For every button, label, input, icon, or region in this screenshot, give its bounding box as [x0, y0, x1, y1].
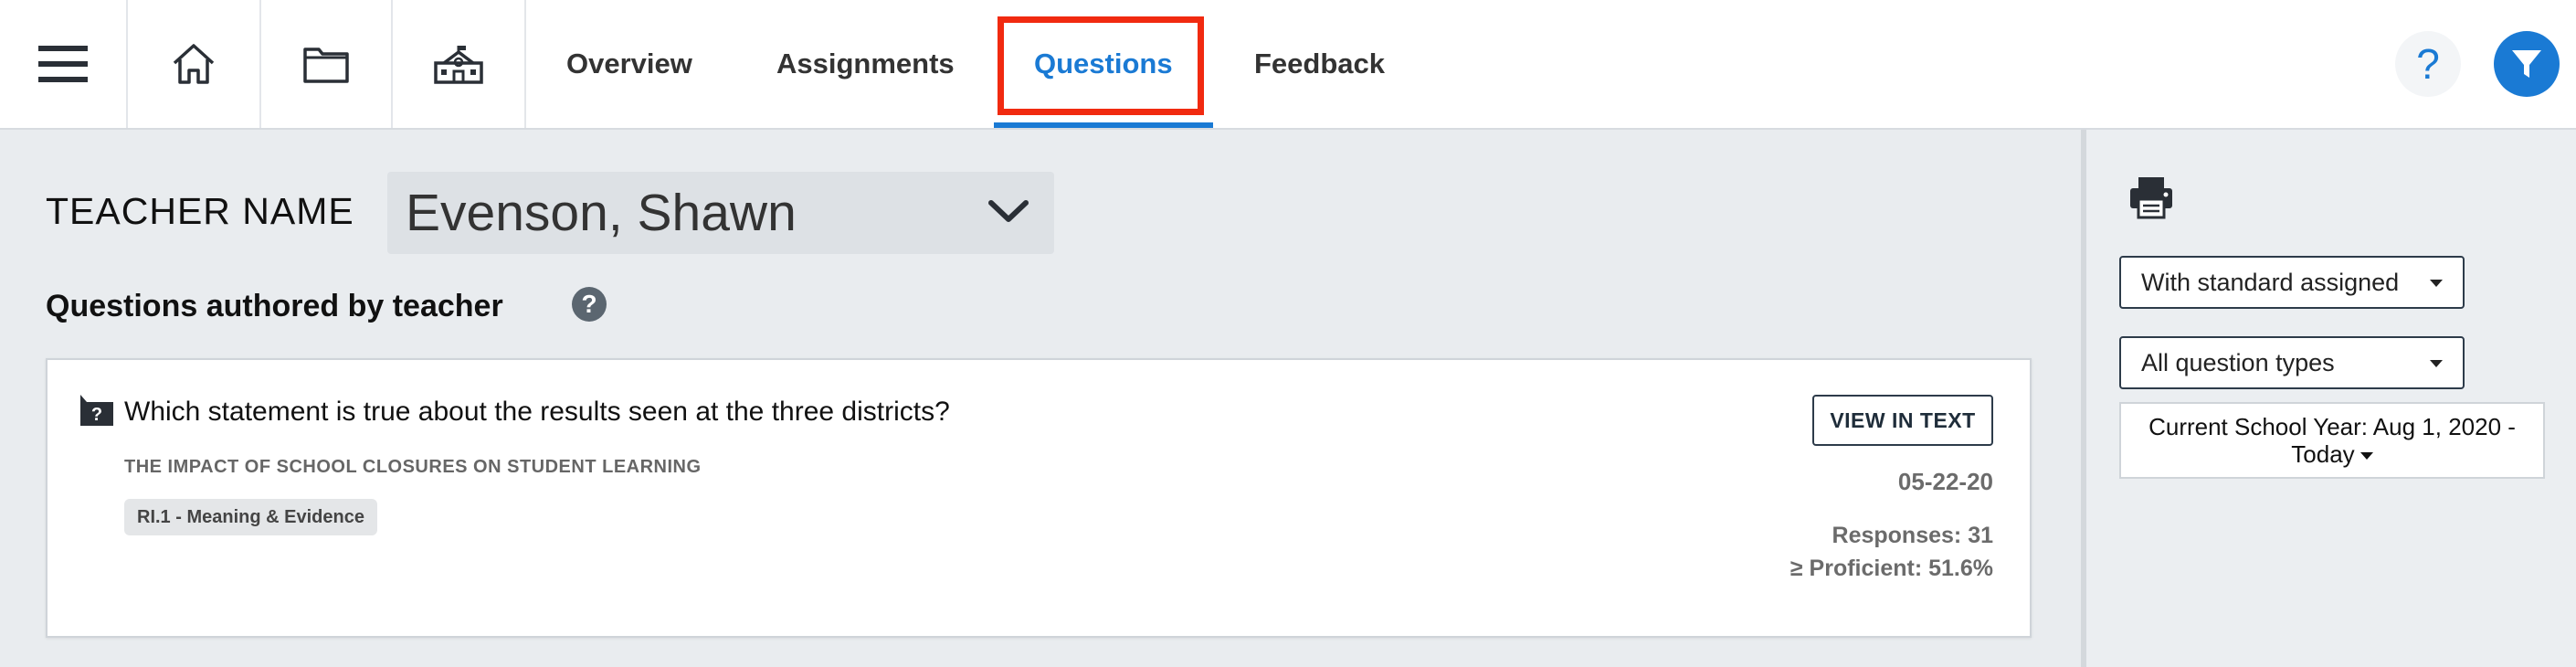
- caret-down-icon: [2360, 452, 2373, 461]
- question-card: ? Which statement is true about the resu…: [46, 358, 2032, 638]
- standard-filter-dropdown[interactable]: With standard assigned: [2119, 256, 2465, 309]
- filter-button[interactable]: [2494, 31, 2560, 97]
- question-source: THE IMPACT OF SCHOOL CLOSURES ON STUDENT…: [124, 457, 702, 477]
- tab-overview[interactable]: Overview: [566, 0, 692, 128]
- responses-count: Responses: 31: [1832, 523, 1993, 548]
- chevron-down-icon: [988, 200, 1029, 222]
- tab-assignments[interactable]: Assignments: [776, 0, 955, 128]
- tab-feedback[interactable]: Feedback: [1254, 0, 1385, 128]
- question-type-dropdown[interactable]: All question types: [2119, 336, 2465, 389]
- caret-down-icon: [2430, 360, 2443, 367]
- teacher-name-label: TEACHER NAME: [46, 190, 354, 232]
- question-date: 05-22-20: [1897, 468, 1993, 495]
- school-year-range: Current School Year: Aug 1, 2020 -: [2148, 413, 2516, 440]
- standard-badge: RI.1 - Meaning & Evidence: [124, 499, 377, 535]
- standard-filter-value: With standard assigned: [2141, 268, 2400, 296]
- svg-text:?: ?: [91, 405, 102, 425]
- section-title: Questions authored by teacher: [46, 289, 503, 323]
- school-year-end-row: Today: [2291, 440, 2373, 468]
- folder-button[interactable]: [261, 0, 393, 128]
- home-icon: [173, 44, 215, 84]
- filter-sidebar: With standard assigned All question type…: [2086, 130, 2576, 667]
- menu-button[interactable]: [0, 0, 128, 128]
- school-year-end: Today: [2291, 440, 2355, 468]
- print-icon[interactable]: [2128, 175, 2174, 219]
- teacher-select-value: Evenson, Shawn: [406, 184, 797, 242]
- question-type-value: All question types: [2141, 348, 2335, 376]
- annotation-highlight-box: [998, 16, 1204, 115]
- filter-icon: [2512, 50, 2541, 78]
- question-text: Which statement is true about the result…: [124, 397, 950, 427]
- help-icon: ?: [2416, 40, 2440, 88]
- active-tab-indicator: [994, 122, 1213, 128]
- hamburger-menu-icon: [38, 46, 88, 82]
- teacher-select[interactable]: Evenson, Shawn: [387, 172, 1054, 254]
- help-button[interactable]: ?: [2395, 31, 2461, 97]
- school-year-selector[interactable]: Current School Year: Aug 1, 2020 - Today: [2119, 402, 2545, 479]
- proficient-rate: ≥ Proficient: 51.6%: [1789, 556, 1993, 581]
- main-content: TEACHER NAME Evenson, Shawn Questions au…: [0, 130, 2081, 667]
- view-in-text-button[interactable]: VIEW IN TEXT: [1812, 395, 1993, 446]
- question-help-icon[interactable]: ?: [572, 287, 607, 322]
- caret-down-icon: [2430, 280, 2443, 287]
- folder-icon: [303, 48, 349, 83]
- question-flag-icon: ?: [80, 395, 113, 426]
- home-button[interactable]: [128, 0, 261, 128]
- top-navigation: Overview Assignments Questions Feedback …: [0, 0, 2576, 130]
- school-button[interactable]: [393, 0, 526, 128]
- school-icon: [434, 46, 483, 84]
